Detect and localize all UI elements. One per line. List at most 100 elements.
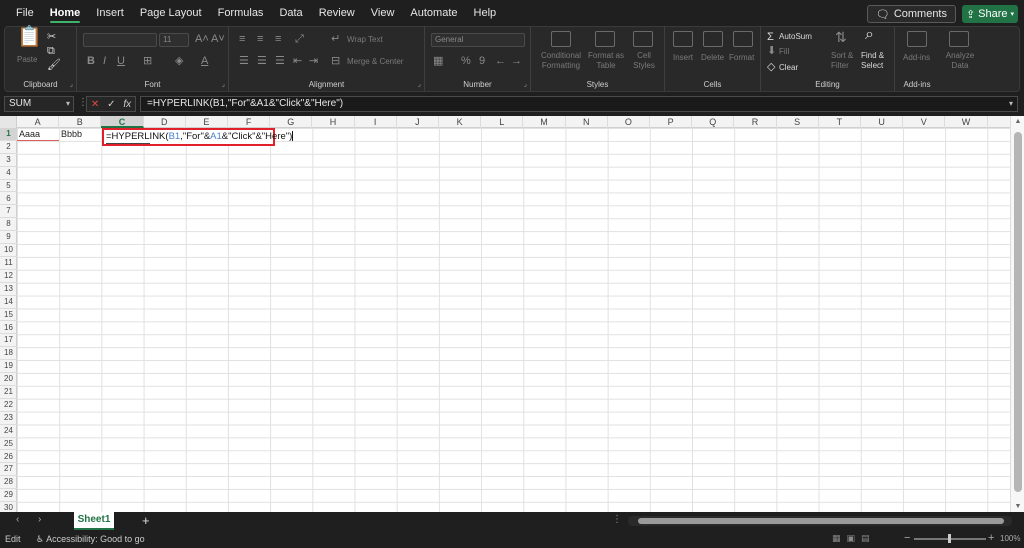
prev-sheet-icon[interactable]: ‹ (16, 514, 19, 525)
editing-cell-c1[interactable]: =HYPERLINK(B1,"For"&A1&"Click"&"Here") (102, 128, 294, 146)
font-launcher-icon[interactable]: ⌟ (222, 80, 225, 88)
row-header-2[interactable]: 2 (0, 141, 17, 154)
row-header-18[interactable]: 18 (0, 347, 17, 361)
zoom-in-icon[interactable]: + (988, 532, 994, 544)
menu-tab-help[interactable]: Help (466, 0, 505, 26)
paste-icon[interactable]: 📋 (17, 27, 42, 47)
row-header-6[interactable]: 6 (0, 193, 17, 206)
delete-cells-icon[interactable] (703, 31, 723, 47)
menu-tab-data[interactable]: Data (271, 0, 310, 26)
fill-color-icon[interactable]: ◈ (175, 55, 183, 67)
align-right-icon[interactable]: ☰ (275, 55, 285, 67)
row-header-12[interactable]: 12 (0, 270, 17, 283)
share-button[interactable]: ⇪ Share ▾ (962, 5, 1018, 23)
insert-function-icon[interactable]: fx (123, 99, 131, 110)
menu-tab-automate[interactable]: Automate (402, 0, 465, 26)
column-header-h[interactable]: H (312, 116, 355, 128)
delete-cells-label[interactable]: Delete (701, 53, 724, 63)
decrease-font-icon[interactable]: A˅ (211, 33, 225, 45)
menu-tab-formulas[interactable]: Formulas (210, 0, 272, 26)
format-cells-label[interactable]: Format (729, 53, 754, 63)
menu-tab-file[interactable]: File (8, 0, 42, 26)
orientation-icon[interactable]: ⤢ (295, 33, 304, 45)
format-cells-icon[interactable] (733, 31, 753, 47)
add-sheet-icon[interactable]: + (142, 513, 150, 528)
font-size-combo[interactable]: 11 (159, 33, 189, 47)
column-header-q[interactable]: Q (692, 116, 735, 128)
column-header-g[interactable]: G (270, 116, 313, 128)
row-header-13[interactable]: 13 (0, 283, 17, 296)
column-header-t[interactable]: T (819, 116, 861, 128)
autosum-icon[interactable]: Σ (767, 31, 774, 43)
enter-icon[interactable]: ✓ (107, 99, 115, 110)
formula-input[interactable]: =HYPERLINK(B1,"For"&A1&"Click"&"Here") ▾ (140, 96, 1018, 112)
scroll-down-icon[interactable]: ▼ (1011, 503, 1024, 510)
cells-area[interactable]: Aaaa Bbbb (17, 128, 1010, 512)
cell-styles-label[interactable]: Cell Styles (627, 51, 661, 71)
insert-cells-label[interactable]: Insert (673, 53, 693, 63)
search-icon[interactable]: ⌕ (865, 27, 874, 43)
row-header-11[interactable]: 11 (0, 257, 17, 270)
row-header-5[interactable]: 5 (0, 180, 17, 193)
vertical-scrollbar[interactable]: ▲ ▼ (1010, 116, 1024, 512)
insert-cells-icon[interactable] (673, 31, 693, 47)
clipboard-launcher-icon[interactable]: ⌟ (70, 80, 73, 88)
cancel-icon[interactable]: ✕ (91, 99, 99, 110)
zoom-level[interactable]: 100% (1000, 534, 1020, 543)
cell-a1[interactable]: Aaaa (17, 128, 59, 141)
align-left-icon[interactable]: ☰ (239, 55, 249, 67)
number-launcher-icon[interactable]: ⌟ (524, 80, 527, 88)
addins-button-label[interactable]: Add-ins (903, 53, 930, 63)
next-sheet-icon[interactable]: › (38, 514, 41, 525)
column-header-o[interactable]: O (608, 116, 650, 128)
cut-icon[interactable]: ✂ (47, 31, 56, 43)
column-header-c[interactable]: C (101, 116, 144, 128)
row-header-7[interactable]: 7 (0, 205, 17, 219)
row-header-29[interactable]: 29 (0, 489, 17, 503)
addins-icon[interactable] (907, 31, 927, 47)
column-header-v[interactable]: V (903, 116, 946, 128)
comments-button[interactable]: 🗨 Comments (866, 5, 956, 23)
column-header-a[interactable]: A (17, 116, 60, 128)
row-header-30[interactable]: 30 (0, 502, 17, 512)
select-all-corner[interactable] (0, 116, 17, 128)
font-name-combo[interactable] (83, 33, 157, 47)
row-header-17[interactable]: 17 (0, 334, 17, 348)
percent-icon[interactable]: % (461, 55, 471, 67)
analyze-data-icon[interactable] (949, 31, 969, 47)
copy-icon[interactable]: ⧉ (47, 45, 55, 57)
align-top-icon[interactable]: ≡ (239, 33, 245, 45)
wrap-text-icon[interactable]: ↵ (331, 33, 340, 45)
merge-center-icon[interactable]: ⊟ (331, 55, 340, 67)
fill-label[interactable]: Fill (779, 47, 789, 57)
font-color-icon[interactable]: A (201, 55, 208, 67)
align-middle-icon[interactable]: ≡ (257, 33, 263, 45)
format-as-table-icon[interactable] (595, 31, 615, 47)
column-header-p[interactable]: P (650, 116, 693, 128)
view-mode-icons[interactable]: ▦▣▤ (832, 533, 876, 544)
row-header-22[interactable]: 22 (0, 399, 17, 412)
column-header-b[interactable]: B (59, 116, 102, 128)
comma-style-icon[interactable]: 9 (479, 55, 485, 67)
increase-decimal-icon[interactable]: ← (495, 55, 506, 67)
row-header-19[interactable]: 19 (0, 360, 17, 374)
column-header-d[interactable]: D (144, 116, 186, 128)
accounting-format-icon[interactable]: ▦ (433, 55, 443, 67)
column-header-w[interactable]: W (945, 116, 988, 128)
sort-filter-icon[interactable]: ⇅ (835, 30, 847, 44)
bold-icon[interactable]: B (87, 55, 95, 67)
decrease-indent-icon[interactable]: ⇤ (293, 55, 302, 67)
vertical-scroll-thumb[interactable] (1014, 132, 1022, 492)
column-header-k[interactable]: K (439, 116, 482, 128)
format-painter-icon[interactable]: 🖌 (47, 59, 61, 71)
row-header-24[interactable]: 24 (0, 425, 17, 438)
row-header-4[interactable]: 4 (0, 167, 17, 180)
row-header-3[interactable]: 3 (0, 154, 17, 167)
row-header-27[interactable]: 27 (0, 463, 17, 477)
column-header-s[interactable]: S (777, 116, 819, 128)
column-header-m[interactable]: M (523, 116, 566, 128)
expand-formula-icon[interactable]: ▾ (1009, 97, 1013, 111)
row-header-16[interactable]: 16 (0, 322, 17, 335)
increase-font-icon[interactable]: A˄ (195, 33, 209, 45)
menu-tab-view[interactable]: View (363, 0, 403, 26)
